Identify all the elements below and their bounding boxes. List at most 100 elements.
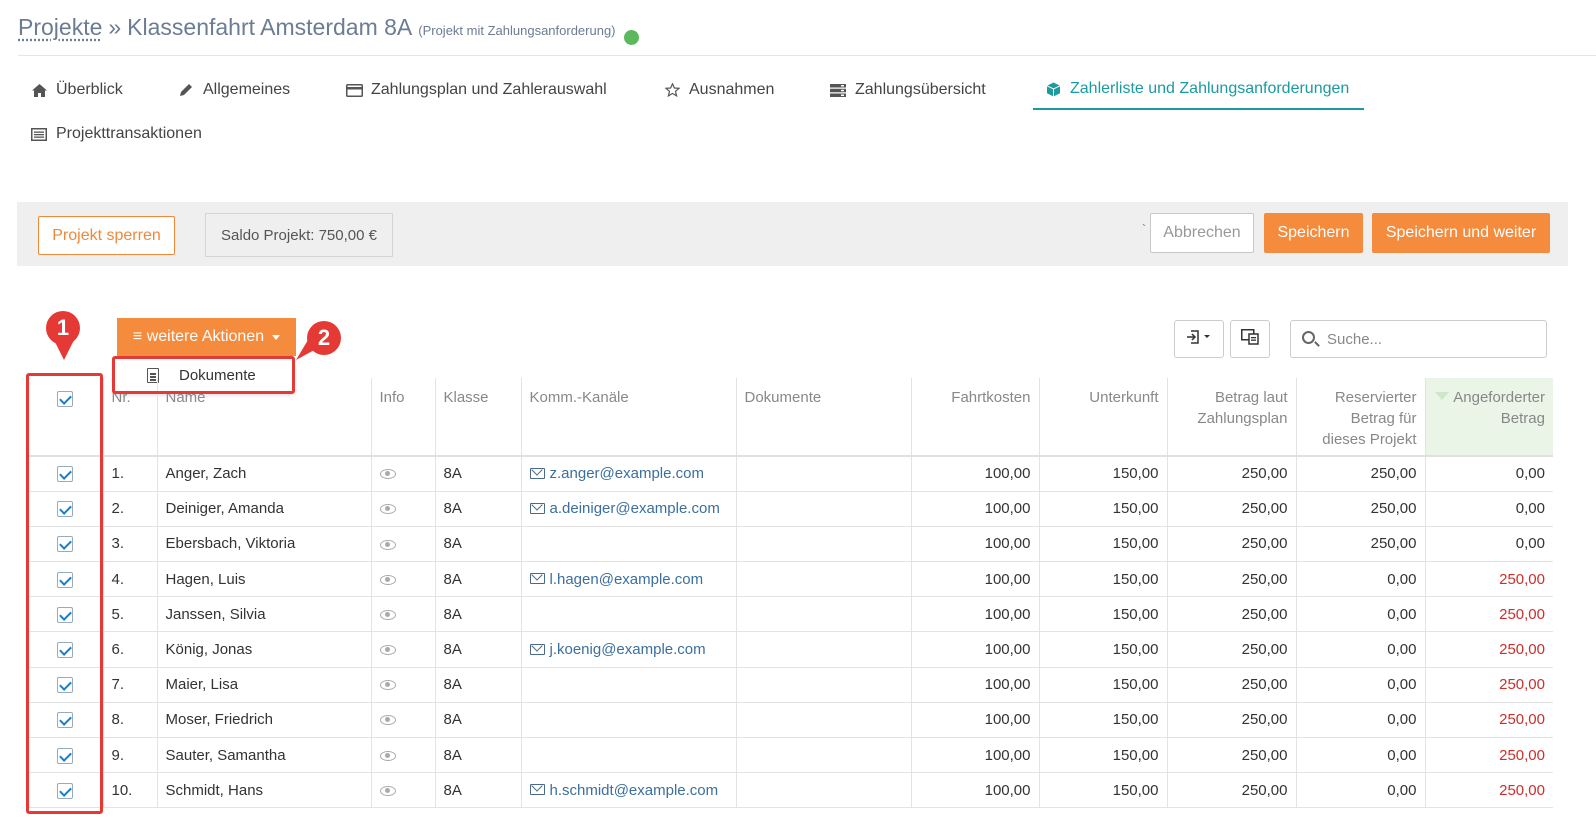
tab-zahlerliste[interactable]: Zahlerliste und Zahlungsanforderungen [1033,70,1364,110]
filter-icon [1435,392,1450,400]
col-reserviert[interactable]: Reservierter Betrag für dieses Projekt [1296,378,1426,456]
select-all-checkbox[interactable] [57,391,74,408]
cell-nr: 5. [103,596,158,633]
eye-icon[interactable] [379,504,396,515]
row-checkbox[interactable] [57,606,74,623]
cell-kanaele [521,737,737,774]
table-row[interactable]: 9. Sauter, Samantha 8A 100,00 150,00 250,00 0,… [28,737,1553,774]
row-checkbox[interactable] [57,571,74,588]
row-checkbox[interactable] [57,536,74,553]
email-link[interactable]: a.deiniger@example.com [529,500,720,517]
cell-nr: 1. [103,456,158,492]
cell-unterkunft: 150,00 [1039,491,1168,527]
table-row[interactable]: 5. Janssen, Silvia 8A 100,00 150,00 250,00 0,0… [28,596,1553,633]
eye-icon[interactable] [379,539,396,550]
cell-name: Ebersbach, Viktoria [157,526,372,563]
export-button[interactable] [1174,320,1224,358]
cell-reserviert: 250,00 [1296,456,1426,492]
cell-fahrtkosten: 100,00 [911,667,1040,703]
table-row[interactable]: 10. Schmidt, Hans 8A h.schmidt@example.com 1… [28,772,1553,809]
row-checkbox[interactable] [57,677,74,694]
cell-dokumente [736,667,912,703]
email-link[interactable]: z.anger@example.com [529,465,704,482]
cube-icon [1044,81,1062,97]
cell-klasse: 8A [435,561,522,598]
more-actions-label: ≡ weitere Aktionen [132,328,265,345]
cell-unterkunft: 150,00 [1039,631,1168,668]
lock-project-button[interactable]: Projekt sperren [38,216,175,255]
col-unterkunft[interactable]: Unterkunft [1039,378,1168,456]
table-row[interactable]: 1. Anger, Zach 8A z.anger@example.com 100,00… [28,456,1553,492]
tab-zahlungsplan[interactable]: Zahlungsplan und Zahlerauswahl [345,70,607,110]
row-checkbox[interactable] [57,747,74,764]
email-link[interactable]: j.koenig@example.com [529,641,706,658]
search-input[interactable] [1327,330,1527,348]
cell-nr: 10. [103,772,158,809]
cell-reserviert: 0,00 [1296,772,1426,809]
eye-icon[interactable] [379,750,396,761]
col-name[interactable]: Name [157,378,372,456]
eye-icon[interactable] [379,680,396,691]
row-checkbox[interactable] [57,466,74,483]
col-angefordert[interactable]: Angeforderter Betrag [1425,378,1553,456]
cell-info [371,596,436,633]
table-row[interactable]: 6. König, Jonas 8A j.koenig@example.com 100,… [28,631,1553,668]
table-row[interactable]: 7. Maier, Lisa 8A 100,00 150,00 250,00 0,00 250… [28,667,1553,703]
row-select-cell [28,667,104,703]
tab-allgemeines[interactable]: Allgemeines [177,70,290,110]
eye-icon[interactable] [379,785,396,796]
row-select-cell [28,561,104,598]
cell-reserviert: 0,00 [1296,631,1426,668]
tab-ueberblick[interactable]: Überblick [30,70,123,110]
cancel-button[interactable]: Abbrechen [1150,213,1254,253]
table-row[interactable]: 2. Deiniger, Amanda 8A a.deiniger@example.c… [28,491,1553,527]
tab-projekttransaktionen[interactable]: Projekttransaktionen [30,114,202,154]
table-row[interactable]: 4. Hagen, Luis 8A l.hagen@example.com 100,00… [28,561,1553,598]
column-toggle-button[interactable] [1230,320,1270,358]
eye-icon[interactable] [379,469,396,480]
cell-dokumente [736,772,912,809]
breadcrumb-projects-link[interactable]: Projekte [18,14,102,41]
tab-ausnahmen[interactable]: Ausnahmen [663,70,774,110]
cell-betrag-plan: 250,00 [1167,526,1297,563]
table-row[interactable]: 3. Ebersbach, Viktoria 8A 100,00 150,00 250,0… [28,526,1553,563]
more-actions-button[interactable]: ≡ weitere Aktionen [117,318,296,356]
eye-icon[interactable] [379,645,396,656]
email-link[interactable]: h.schmidt@example.com [529,782,718,799]
col-fahrtkosten[interactable]: Fahrtkosten [911,378,1040,456]
cell-betrag-plan: 250,00 [1167,667,1297,703]
cell-klasse: 8A [435,491,522,527]
envelope-icon [529,784,545,796]
col-info: Info [371,378,436,456]
row-checkbox[interactable] [57,642,74,659]
table-row[interactable]: 8. Moser, Friedrich 8A 100,00 150,00 250,00 0,… [28,702,1553,739]
cell-klasse: 8A [435,772,522,809]
cell-info [371,526,436,563]
eye-icon[interactable] [379,609,396,620]
col-klasse[interactable]: Klasse [435,378,522,456]
row-checkbox[interactable] [57,782,74,799]
eye-icon[interactable] [379,574,396,585]
row-select-cell [28,526,104,563]
col-betrag-plan[interactable]: Betrag laut Zahlungsplan [1167,378,1297,456]
cell-nr: 7. [103,667,158,703]
marker-1-pointer [54,340,74,360]
col-nr[interactable]: Nr. [103,378,158,456]
cell-nr: 6. [103,631,158,668]
cell-reserviert: 0,00 [1296,667,1426,703]
row-checkbox[interactable] [57,501,74,518]
email-link[interactable]: l.hagen@example.com [529,571,703,588]
cell-kanaele [521,702,737,739]
tab-zahlungsuebersicht[interactable]: Zahlungsübersicht [829,70,986,110]
search-field[interactable] [1290,320,1547,358]
eye-icon[interactable] [379,715,396,726]
envelope-icon [529,502,545,514]
tab-label: Zahlungsplan und Zahlerauswahl [371,81,607,98]
row-checkbox[interactable] [57,712,74,729]
cell-fahrtkosten: 100,00 [911,631,1040,668]
tab-label: Ausnahmen [689,81,775,98]
cell-unterkunft: 150,00 [1039,526,1168,563]
save-button[interactable]: Speichern [1264,213,1363,253]
tab-label: Zahlerliste und Zahlungsanforderungen [1070,80,1350,97]
save-and-next-button[interactable]: Speichern und weiter [1372,213,1550,253]
